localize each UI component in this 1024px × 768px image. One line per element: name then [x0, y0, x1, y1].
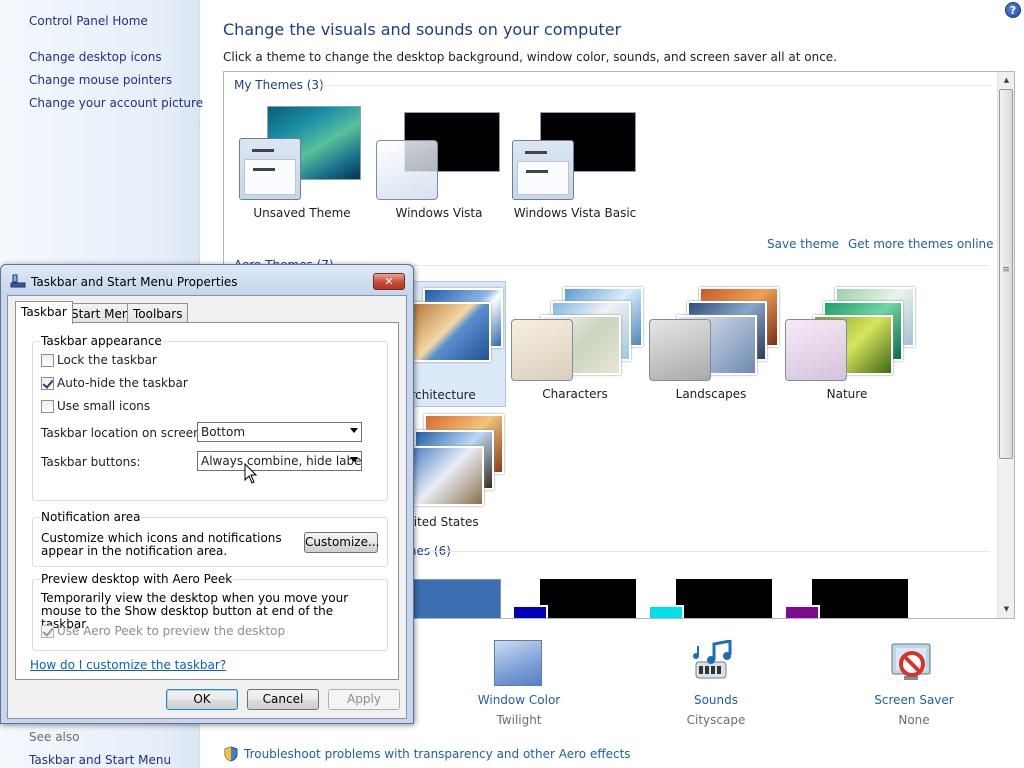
small-icons-checkbox[interactable]: Use small icons — [41, 398, 150, 414]
theme-windows-vista-basic[interactable]: Windows Vista Basic — [510, 106, 640, 226]
theme-high-contrast-white[interactable] — [784, 579, 908, 618]
dialog-title: Taskbar and Start Menu Properties — [31, 275, 238, 289]
group-divider — [320, 85, 990, 86]
taskbar-tab-panel: Taskbar appearance Lock the taskbar Auto… — [15, 322, 399, 680]
mouse-pointer-icon — [244, 463, 258, 484]
sounds-icon — [693, 640, 732, 679]
window-color-swatch — [239, 138, 301, 200]
group-divider — [424, 551, 990, 552]
chevron-down-icon — [350, 457, 358, 462]
get-more-themes-link[interactable]: Get more themes online — [848, 237, 994, 251]
page-subtitle: Click a theme to change the desktop back… — [223, 50, 837, 64]
taskbar-location-select[interactable]: Bottom — [197, 422, 362, 442]
theme-unsaved[interactable]: Unsaved Theme — [237, 106, 367, 226]
themes-scrollbar[interactable]: ▲ ≡ ▼ — [997, 72, 1014, 618]
scroll-up-icon[interactable]: ▲ — [998, 72, 1014, 89]
sounds-value: Cityscape — [686, 713, 746, 727]
help-icon[interactable]: ? — [1005, 2, 1021, 18]
notification-description: Customize which icons and notifications … — [41, 531, 282, 558]
taskbar-properties-dialog: Taskbar and Start Menu Properties ✕ Task… — [0, 264, 414, 724]
theme-characters[interactable]: Characters — [507, 281, 643, 407]
selected-value: Bottom — [201, 425, 246, 439]
my-themes-header: My Themes (3) — [234, 78, 324, 92]
checkbox-box — [41, 624, 54, 638]
theme-windows-vista[interactable]: Windows Vista — [374, 106, 504, 226]
change-account-picture-link[interactable]: Change your account picture — [29, 96, 203, 110]
change-mouse-pointers-link[interactable]: Change mouse pointers — [29, 73, 172, 87]
cancel-button[interactable]: Cancel — [247, 689, 319, 710]
theme-label: Unsaved Theme — [253, 206, 351, 220]
theme-nature[interactable]: Nature — [779, 281, 915, 407]
taskbar-location-label: Taskbar location on screen: — [41, 426, 205, 440]
group-divider — [330, 265, 990, 266]
aero-peek-checkbox: Use Aero Peek to preview the desktop — [41, 623, 285, 639]
page-title: Change the visuals and sounds on your co… — [223, 20, 622, 39]
window-color-link[interactable]: Window Color — [459, 693, 579, 707]
checkbox-label: Auto-hide the taskbar — [57, 376, 188, 390]
customize-button[interactable]: Customize... — [304, 532, 379, 553]
theme-high-contrast-2[interactable] — [648, 579, 772, 618]
checkbox-box[interactable] — [41, 399, 54, 413]
theme-label: Nature — [826, 387, 868, 401]
theme-landscapes[interactable]: Landscapes — [643, 281, 779, 407]
help-customize-taskbar-link[interactable]: How do I customize the taskbar? — [30, 658, 226, 672]
checkbox-label: Use small icons — [57, 399, 151, 413]
aero-peek-group: Preview desktop with Aero Peek Temporari… — [32, 572, 388, 651]
theme-label: Windows Vista — [395, 206, 483, 220]
checkbox-box[interactable] — [41, 376, 54, 390]
close-button[interactable]: ✕ — [373, 273, 405, 290]
chevron-down-icon — [350, 428, 358, 433]
taskbar-buttons-label: Taskbar buttons: — [41, 455, 141, 469]
lock-taskbar-checkbox[interactable]: Lock the taskbar — [41, 352, 157, 368]
screen-saver-icon — [891, 643, 931, 680]
window-color-icon — [494, 640, 542, 686]
checkbox-label: Use Aero Peek to preview the desktop — [57, 624, 286, 638]
scroll-thumb[interactable]: ≡ — [999, 89, 1013, 459]
selected-value: Always combine, hide labels — [201, 454, 362, 468]
window-color-swatch — [376, 140, 438, 200]
taskbar-icon — [10, 274, 26, 288]
tab-toolbars[interactable]: Toolbars — [127, 303, 189, 323]
ok-button[interactable]: OK — [166, 689, 238, 710]
tab-taskbar[interactable]: Taskbar — [15, 301, 73, 324]
troubleshoot-aero-link[interactable]: Troubleshoot problems with transparency … — [244, 747, 631, 761]
checkbox-box[interactable] — [41, 353, 54, 367]
dialog-titlebar[interactable]: Taskbar and Start Menu Properties ✕ — [1, 265, 413, 295]
dialog-client-area: Taskbar Start Menu Toolbars Taskbar appe… — [7, 295, 407, 719]
see-also-heading: See also — [29, 730, 80, 744]
aero-peek-title: Preview desktop with Aero Peek — [40, 572, 234, 586]
theme-label: Landscapes — [675, 387, 747, 401]
theme-high-contrast-1[interactable] — [512, 579, 636, 618]
auto-hide-checkbox[interactable]: Auto-hide the taskbar — [41, 375, 188, 391]
window-color-value: Twilight — [496, 713, 542, 727]
taskbar-buttons-select[interactable]: Always combine, hide labels — [197, 451, 362, 471]
notification-area-title: Notification area — [40, 510, 142, 524]
apply-button[interactable]: Apply — [328, 689, 400, 710]
shield-icon — [224, 746, 238, 762]
theme-windows-classic[interactable] — [407, 579, 501, 618]
sounds-link[interactable]: Sounds — [656, 693, 776, 707]
taskbar-appearance-group: Taskbar appearance Lock the taskbar Auto… — [32, 334, 388, 501]
save-theme-link[interactable]: Save theme — [767, 237, 839, 251]
scroll-down-icon[interactable]: ▼ — [998, 601, 1014, 618]
screen-saver-value: None — [898, 713, 930, 727]
notification-area-group: Notification area Customize which icons … — [32, 510, 388, 567]
theme-label: Windows Vista Basic — [513, 206, 637, 220]
window-color-swatch — [512, 140, 574, 200]
screen-saver-link[interactable]: Screen Saver — [854, 693, 974, 707]
control-panel-home-link[interactable]: Control Panel Home — [29, 14, 148, 28]
taskbar-appearance-title: Taskbar appearance — [40, 334, 163, 348]
taskbar-and-start-menu-link[interactable]: Taskbar and Start Menu — [29, 753, 171, 767]
theme-label: Characters — [542, 387, 608, 401]
checkbox-label: Lock the taskbar — [57, 353, 157, 367]
change-desktop-icons-link[interactable]: Change desktop icons — [29, 50, 162, 64]
